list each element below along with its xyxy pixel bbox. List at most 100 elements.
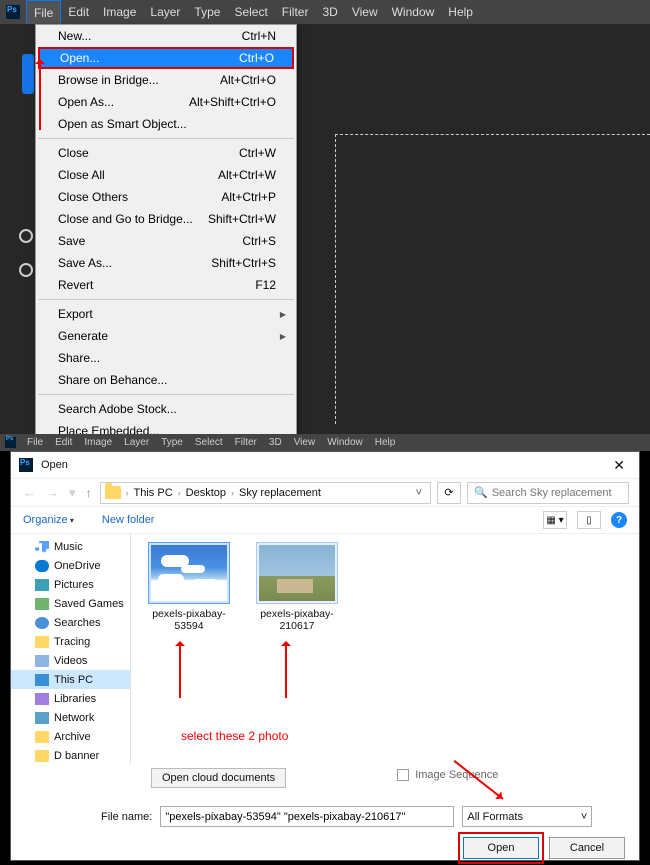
tree-archive[interactable]: Archive — [11, 727, 130, 746]
breadcrumb-item[interactable]: This PC — [134, 487, 173, 499]
nav-back-icon[interactable]: ← — [21, 485, 38, 500]
file-pane[interactable]: pexels-pixabay-53594 pexels-pixabay-2106… — [131, 534, 639, 764]
menubar-top: File Edit Image Layer Type Select Filter… — [0, 0, 650, 24]
menu-filter[interactable]: Filter — [275, 0, 316, 24]
onedrive-icon — [35, 560, 49, 572]
view-mode-button[interactable]: ▦ ▾ — [543, 511, 567, 529]
menu-window-2[interactable]: Window — [321, 437, 369, 448]
breadcrumb-item[interactable]: Sky replacement — [239, 487, 321, 499]
file-thumb-2[interactable]: pexels-pixabay-210617 — [251, 542, 343, 632]
menu-select[interactable]: Select — [227, 0, 274, 24]
chevron-right-icon: › — [123, 488, 132, 498]
menu-filter-2[interactable]: Filter — [229, 437, 263, 448]
menu-edit[interactable]: Edit — [61, 0, 96, 24]
home-chip — [22, 54, 34, 94]
format-select[interactable]: All Formats˅ — [462, 806, 592, 827]
tree-pictures[interactable]: Pictures — [11, 575, 130, 594]
menu-separator — [38, 394, 294, 395]
menu-save-as[interactable]: Save As...Shift+Ctrl+S — [36, 252, 296, 274]
refresh-icon[interactable]: ⟳ — [437, 482, 461, 504]
menu-behance[interactable]: Share on Behance... — [36, 369, 296, 391]
menu-close-others[interactable]: Close OthersAlt+Ctrl+P — [36, 186, 296, 208]
menu-3d[interactable]: 3D — [315, 0, 344, 24]
annotation-text: select these 2 photo — [181, 729, 288, 743]
menu-view[interactable]: View — [345, 0, 385, 24]
tree-network[interactable]: Network — [11, 708, 130, 727]
tree-libraries[interactable]: Libraries — [11, 689, 130, 708]
chevron-down-icon[interactable]: ˅ — [412, 487, 426, 499]
tree-d-banner[interactable]: D banner — [11, 746, 130, 764]
cloud-row: Open cloud documents Image Sequence — [11, 764, 639, 792]
file-thumb-1[interactable]: pexels-pixabay-53594 — [143, 542, 235, 632]
menu-image[interactable]: Image — [96, 0, 143, 24]
tree-music[interactable]: Music — [11, 537, 130, 556]
menu-generate[interactable]: Generate — [36, 325, 296, 347]
tree-tracing[interactable]: Tracing — [11, 632, 130, 651]
menu-layer[interactable]: Layer — [143, 0, 187, 24]
menu-open-as[interactable]: Open As...Alt+Shift+Ctrl+O — [36, 91, 296, 113]
tree-onedrive[interactable]: OneDrive — [11, 556, 130, 575]
dialog-titlebar: Open ✕ — [11, 452, 639, 478]
dialog-nav: ← → ▾ ↑ › This PC › Desktop › Sky replac… — [11, 478, 639, 506]
menu-revert[interactable]: RevertF12 — [36, 274, 296, 296]
menu-new[interactable]: New...Ctrl+N — [36, 25, 296, 47]
new-folder-button[interactable]: New folder — [102, 514, 155, 526]
folder-icon — [105, 486, 121, 499]
pc-icon — [35, 674, 49, 686]
menu-browse-bridge[interactable]: Browse in Bridge...Alt+Ctrl+O — [36, 69, 296, 91]
image-sequence-option[interactable]: Image Sequence — [397, 769, 498, 781]
menu-select-2[interactable]: Select — [189, 437, 229, 448]
menu-3d-2[interactable]: 3D — [263, 437, 288, 448]
menu-view-2[interactable]: View — [288, 437, 322, 448]
thumbnail-image — [151, 545, 227, 601]
menu-type[interactable]: Type — [187, 0, 227, 24]
menu-file[interactable]: File — [26, 0, 61, 24]
ps-logo-icon — [6, 5, 20, 19]
menu-edit-2[interactable]: Edit — [49, 437, 78, 448]
menu-share[interactable]: Share... — [36, 347, 296, 369]
close-icon[interactable]: ✕ — [607, 457, 631, 474]
menu-close-all[interactable]: Close AllAlt+Ctrl+W — [36, 164, 296, 186]
searches-icon — [35, 617, 49, 629]
open-cloud-button[interactable]: Open cloud documents — [151, 768, 286, 788]
checkbox-icon[interactable] — [397, 769, 409, 781]
annotation-arrow-icon — [285, 642, 287, 698]
menu-file-2[interactable]: File — [21, 437, 49, 448]
annotation-arrow-icon — [179, 642, 181, 698]
radio-placeholder-1 — [19, 229, 33, 243]
menu-save[interactable]: SaveCtrl+S — [36, 230, 296, 252]
search-input[interactable]: 🔍 Search Sky replacement — [467, 482, 629, 504]
tree-videos[interactable]: Videos — [11, 651, 130, 670]
ps-logo-icon — [5, 437, 16, 448]
tree-this-pc[interactable]: This PC — [11, 670, 130, 689]
chevron-down-icon[interactable]: ▾ — [67, 485, 78, 501]
chevron-right-icon: › — [175, 488, 184, 498]
menu-help-2[interactable]: Help — [369, 437, 402, 448]
help-icon[interactable]: ? — [611, 512, 627, 528]
menu-export[interactable]: Export — [36, 303, 296, 325]
tree-saved-games[interactable]: Saved Games — [11, 594, 130, 613]
menu-image-2[interactable]: Image — [78, 437, 118, 448]
tree-searches[interactable]: Searches — [11, 613, 130, 632]
menu-close-bridge[interactable]: Close and Go to Bridge...Shift+Ctrl+W — [36, 208, 296, 230]
organize-menu[interactable]: Organize — [23, 514, 74, 526]
selection-marquee — [335, 134, 650, 424]
nav-up-icon[interactable]: ↑ — [84, 486, 94, 500]
preview-pane-button[interactable]: ▯ — [577, 511, 601, 529]
open-button[interactable]: Open — [463, 837, 539, 859]
menu-stock[interactable]: Search Adobe Stock... — [36, 398, 296, 420]
menu-window[interactable]: Window — [385, 0, 442, 24]
cancel-button[interactable]: Cancel — [549, 837, 625, 859]
menu-help[interactable]: Help — [441, 0, 480, 24]
breadcrumb[interactable]: › This PC › Desktop › Sky replacement ˅ — [100, 482, 431, 504]
menu-open[interactable]: Open...Ctrl+O — [38, 47, 294, 69]
music-icon — [35, 541, 49, 553]
filename-input[interactable] — [160, 806, 454, 827]
menu-type-2[interactable]: Type — [155, 437, 189, 448]
breadcrumb-item[interactable]: Desktop — [186, 487, 226, 499]
menu-close[interactable]: CloseCtrl+W — [36, 142, 296, 164]
menu-open-smart[interactable]: Open as Smart Object... — [36, 113, 296, 135]
nav-forward-icon[interactable]: → — [44, 485, 61, 500]
search-placeholder: Search Sky replacement — [492, 487, 612, 499]
menu-layer-2[interactable]: Layer — [118, 437, 155, 448]
